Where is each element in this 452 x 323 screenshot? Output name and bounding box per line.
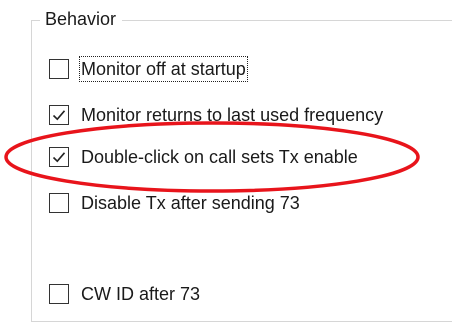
cw-id-after-73-checkbox[interactable]: CW ID after 73 xyxy=(49,280,200,308)
checkmark-icon xyxy=(52,152,66,163)
checkbox-box[interactable] xyxy=(49,147,69,167)
checkbox-box[interactable] xyxy=(49,193,69,213)
double-click-tx-enable-checkbox[interactable]: Double-click on call sets Tx enable xyxy=(49,143,358,171)
checkbox-label: Monitor returns to last used frequency xyxy=(81,105,384,125)
monitor-off-at-startup-checkbox[interactable]: Monitor off at startup xyxy=(49,55,248,83)
checkbox-box[interactable] xyxy=(49,59,69,79)
checkbox-label: Double-click on call sets Tx enable xyxy=(81,147,358,167)
checkbox-box[interactable] xyxy=(49,284,69,304)
group-title: Behavior xyxy=(40,7,123,31)
checkbox-box[interactable] xyxy=(49,105,69,125)
monitor-returns-checkbox[interactable]: Monitor returns to last used frequency xyxy=(49,101,383,129)
checkmark-icon xyxy=(52,110,66,121)
checkbox-label: Monitor off at startup xyxy=(79,56,248,82)
disable-tx-after-73-checkbox[interactable]: Disable Tx after sending 73 xyxy=(49,189,300,217)
checkbox-label: Disable Tx after sending 73 xyxy=(81,193,300,213)
checkbox-label: CW ID after 73 xyxy=(81,284,201,304)
